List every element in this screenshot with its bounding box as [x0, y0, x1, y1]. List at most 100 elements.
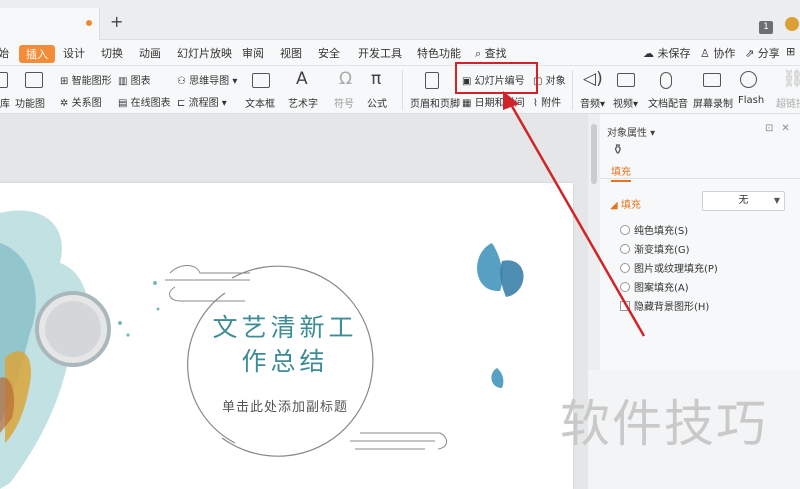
relation-icon: ✲ [60, 98, 69, 109]
menu-features[interactable]: 特色功能 [417, 45, 461, 61]
video-icon[interactable] [617, 73, 635, 87]
datetime-label: 日期和时间 [474, 98, 525, 109]
user-avatar-icon[interactable] [785, 17, 799, 31]
microphone-icon[interactable] [660, 72, 672, 89]
online-chart-button[interactable]: ▤ 在线图表 [118, 94, 171, 109]
audio-label: 音频 [580, 99, 600, 110]
library-icon[interactable] [0, 72, 8, 88]
screen-record-icon[interactable] [703, 73, 721, 87]
menu-view[interactable]: 视图 [280, 45, 302, 61]
radio-solid-fill[interactable]: 纯色填充(S) [620, 222, 688, 237]
relation-chart-button[interactable]: ✲ 关系图 [60, 94, 102, 109]
relation-chart-label: 关系图 [71, 98, 102, 109]
smart-shape-button[interactable]: ⊞ 智能图形 [60, 72, 112, 87]
watermark-text: 软件技巧 [560, 395, 768, 453]
menu-insert[interactable]: 插入 [19, 45, 55, 63]
menu-slideshow[interactable]: 幻灯片放映 [177, 45, 232, 61]
smart-shape-label: 智能图形 [71, 76, 112, 87]
document-tab[interactable] [0, 8, 100, 40]
header-footer-button[interactable]: 页眉和页脚 [410, 95, 460, 110]
tab-bar: + 1 [0, 0, 800, 40]
audio-button[interactable]: 音频▾ [580, 95, 605, 110]
fill-bucket-icon[interactable]: ⚱ [612, 142, 624, 158]
menu-home[interactable]: 始 [0, 45, 9, 61]
fill-type-select[interactable]: 无 ▼ [702, 191, 785, 211]
moon-circle-inner [45, 301, 101, 357]
chevron-down-icon: ▼ [773, 196, 780, 205]
audio-icon[interactable]: ◁) [583, 71, 603, 88]
pane-scroll-thumb[interactable] [591, 124, 597, 184]
hyperlink-icon[interactable]: ⛓ [782, 71, 800, 88]
flow-chart-icon: ⊏ [177, 98, 186, 109]
radio-picture-fill[interactable]: 图片或纹理填充(P) [620, 260, 718, 275]
slide-subtitle-placeholder[interactable]: 单击此处添加副标题 [160, 396, 410, 415]
object-label: 对象 [545, 76, 566, 87]
pane-title[interactable]: 对象属性 ▾ [607, 124, 655, 139]
more-icon[interactable]: ⊞ [786, 45, 795, 58]
online-chart-label: 在线图表 [130, 98, 171, 109]
chart-icon: ▥ [118, 76, 128, 87]
formula-button[interactable]: 公式 [367, 95, 387, 110]
screen-record-button[interactable]: 屏幕录制 [693, 95, 733, 110]
search-menu[interactable]: ⌕ 查找 [475, 45, 507, 61]
menu-review[interactable]: 审阅 [242, 45, 264, 61]
online-chart-icon: ▤ [118, 98, 128, 109]
menu-design[interactable]: 设计 [63, 45, 85, 61]
slide-title[interactable]: 文艺清新工 作总结 [160, 311, 410, 379]
user-icon: ♙ [700, 47, 710, 60]
checkbox-icon [620, 301, 630, 311]
radio-label: 图案填充(A) [634, 283, 689, 294]
menu-devtools[interactable]: 开发工具 [358, 45, 402, 61]
mind-map-button[interactable]: ⚇ 思维导图 ▾ [177, 72, 237, 87]
fill-section-header[interactable]: ◢ 填充 [610, 196, 641, 211]
flash-icon[interactable] [740, 71, 757, 88]
formula-icon[interactable]: π [371, 71, 381, 88]
new-tab-button[interactable]: + [110, 14, 123, 30]
menu-transition[interactable]: 切换 [101, 45, 123, 61]
radio-gradient-fill[interactable]: 渐变填充(G) [620, 241, 690, 256]
ribbon-toolbar: 库 功能图 ⊞ 智能图形 ✲ 关系图 ▥ 图表 ▤ 在线图表 ⚇ 思维导图 ▾ … [0, 66, 800, 114]
textbox-button[interactable]: 文本框 [245, 95, 275, 110]
pane-divider [600, 178, 800, 179]
video-button[interactable]: 视频▾ [613, 95, 638, 110]
lock-icon[interactable]: ⊡ [765, 123, 781, 134]
function-chart-icon[interactable] [25, 72, 43, 88]
paperclip-icon: ⌇ [533, 98, 538, 109]
checkbox-label: 隐藏背景图形(H) [634, 302, 710, 313]
symbol-icon[interactable]: Ω [339, 71, 352, 88]
mind-map-label: 思维导图 [189, 76, 230, 87]
ribbon-divider [572, 70, 573, 110]
cloud-save-status[interactable]: ☁ 未保存 [643, 45, 691, 61]
flow-chart-button[interactable]: ⊏ 流程图 ▾ [177, 94, 227, 109]
fill-type-value: 无 [738, 195, 749, 206]
slide-work-area[interactable]: 文艺清新工 作总结 单击此处添加副标题 [0, 114, 588, 489]
library-button-label[interactable]: 库 [0, 95, 10, 110]
textbox-icon[interactable] [252, 73, 270, 88]
tab-fill[interactable]: 填充 [611, 163, 631, 182]
flash-button[interactable]: Flash [738, 95, 764, 106]
radio-pattern-fill[interactable]: 图案填充(A) [620, 279, 689, 294]
datetime-button[interactable]: ▦ 日期和时间 [462, 94, 525, 109]
butterfly-right [477, 243, 524, 297]
radio-icon [620, 244, 630, 254]
symbol-button[interactable]: 符号 [334, 95, 354, 110]
tab-count-badge[interactable]: 1 [759, 21, 773, 34]
slide-canvas[interactable]: 文艺清新工 作总结 单击此处添加副标题 [0, 183, 573, 489]
chart-button[interactable]: ▥ 图表 [118, 72, 151, 87]
function-chart-button[interactable]: 功能图 [15, 95, 45, 110]
slide-title-line: 作总结 [241, 347, 329, 376]
pane-title-label: 对象属性 [607, 128, 647, 139]
hide-background-checkbox[interactable]: 隐藏背景图形(H) [620, 298, 709, 313]
share-button[interactable]: ⇗ 分享 [745, 45, 780, 61]
art-text-button[interactable]: 艺术字 [288, 95, 318, 110]
hyperlink-button[interactable]: 超链接 [776, 95, 800, 110]
close-icon[interactable]: ✕ [781, 123, 797, 134]
art-text-icon[interactable]: A [296, 71, 308, 88]
collab-button[interactable]: ♙ 协作 [700, 45, 735, 61]
menu-security[interactable]: 安全 [318, 45, 340, 61]
menu-animation[interactable]: 动画 [139, 45, 161, 61]
attachment-button[interactable]: ⌇ 附件 [533, 94, 561, 109]
doc-dubbing-button[interactable]: 文档配音 [648, 95, 688, 110]
radio-label: 纯色填充(S) [634, 226, 689, 237]
header-footer-icon[interactable] [425, 72, 439, 89]
